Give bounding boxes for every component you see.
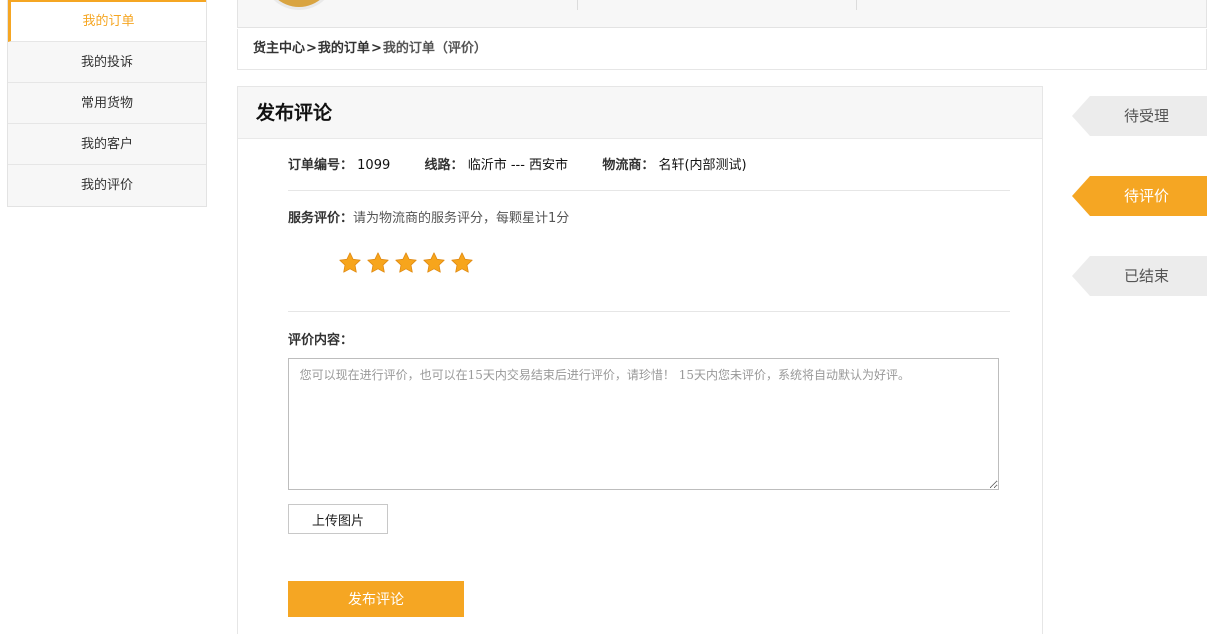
tab-arrow bbox=[1072, 96, 1090, 136]
tab-arrow bbox=[1072, 256, 1090, 296]
star-rating[interactable] bbox=[338, 251, 474, 275]
star-icon[interactable] bbox=[366, 251, 390, 275]
status-tab-label: 已结束 bbox=[1090, 256, 1207, 296]
service-rating-hint: 请为物流商的服务评分，每颗星计1分 bbox=[353, 211, 570, 226]
panel-title: 发布评论 bbox=[238, 87, 1042, 139]
review-content-textarea[interactable] bbox=[288, 358, 999, 490]
status-tab-label: 待评价 bbox=[1090, 176, 1207, 216]
breadcrumb-home[interactable]: 货主中心 bbox=[253, 41, 305, 56]
upload-image-button[interactable]: 上传图片 bbox=[288, 504, 388, 534]
tab-arrow bbox=[1072, 176, 1090, 216]
status-tab-pending[interactable]: 待受理 bbox=[1072, 96, 1207, 136]
order-no-label: 订单编号： bbox=[288, 158, 354, 173]
sidebar-item-my-orders[interactable]: 我的订单 bbox=[8, 0, 206, 42]
strip-divider bbox=[856, 0, 857, 10]
order-info-row: 订单编号： 1099 线路： 临沂市 --- 西安市 物流商： 名轩(内部测试) bbox=[288, 154, 1010, 191]
breadcrumb-current: 我的订单（评价） bbox=[382, 41, 487, 56]
breadcrumb: 货主中心>我的订单>我的订单（评价） bbox=[237, 29, 1207, 70]
status-tab-finished[interactable]: 已结束 bbox=[1072, 256, 1207, 296]
review-content-label: 评价内容： bbox=[288, 333, 354, 348]
sidebar-item-my-customers[interactable]: 我的客户 bbox=[8, 124, 206, 165]
section-divider bbox=[288, 311, 1010, 312]
profile-strip bbox=[237, 0, 1207, 28]
strip-divider bbox=[577, 0, 578, 10]
status-tab-to-review[interactable]: 待评价 bbox=[1072, 176, 1207, 216]
service-rating-row: 服务评价：请为物流商的服务评分，每颗星计1分 bbox=[288, 207, 569, 226]
submit-review-button[interactable]: 发布评论 bbox=[288, 581, 464, 617]
carrier-value: 名轩(内部测试) bbox=[658, 158, 747, 173]
service-rating-label: 服务评价： bbox=[288, 211, 354, 226]
status-tab-label: 待受理 bbox=[1090, 96, 1207, 136]
sidebar-item-my-reviews[interactable]: 我的评价 bbox=[8, 165, 206, 206]
carrier-label: 物流商： bbox=[602, 158, 655, 173]
review-panel: 发布评论 订单编号： 1099 线路： 临沂市 --- 西安市 物流商： 名轩(… bbox=[237, 86, 1043, 634]
breadcrumb-separator: > bbox=[306, 41, 317, 56]
route-value: 临沂市 --- 西安市 bbox=[467, 158, 569, 173]
breadcrumb-separator: > bbox=[370, 41, 382, 56]
order-no-value: 1099 bbox=[357, 158, 391, 173]
sidebar-item-my-complaints[interactable]: 我的投诉 bbox=[8, 42, 206, 83]
star-icon[interactable] bbox=[338, 251, 362, 275]
avatar[interactable] bbox=[262, 0, 336, 10]
star-icon[interactable] bbox=[450, 251, 474, 275]
route-label: 线路： bbox=[424, 158, 464, 173]
breadcrumb-my-orders[interactable]: 我的订单 bbox=[318, 41, 370, 56]
star-icon[interactable] bbox=[422, 251, 446, 275]
star-icon[interactable] bbox=[394, 251, 418, 275]
sidebar-item-common-goods[interactable]: 常用货物 bbox=[8, 83, 206, 124]
sidebar-menu: 我的订单 我的投诉 常用货物 我的客户 我的评价 bbox=[7, 0, 207, 207]
